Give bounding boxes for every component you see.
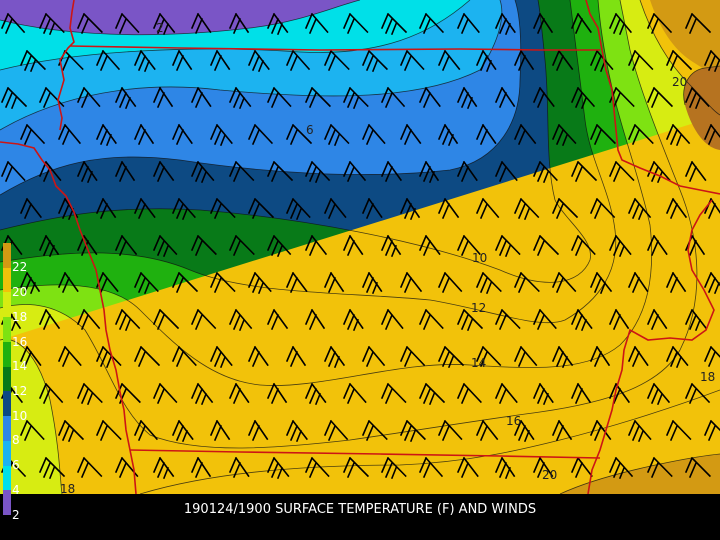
colorbar-swatch <box>3 267 11 293</box>
colorbar-swatch <box>3 243 11 268</box>
contour-label-2: 2 <box>156 21 164 35</box>
colorbar-label: 12 <box>12 384 28 398</box>
map-caption: 190124/1900 SURFACE TEMPERATURE (F) AND … <box>183 502 537 517</box>
colorbar-label: 14 <box>12 359 28 374</box>
colorbar-swatch <box>3 465 11 491</box>
colorbar-label: 18 <box>12 309 28 324</box>
colorbar-swatch <box>3 292 11 318</box>
contour-label-20-bottom: 20 <box>542 468 557 482</box>
colorbar-label: 22 <box>12 260 28 275</box>
colorbar-swatch <box>3 440 11 466</box>
temperature-map: 2 6 10 12 14 16 18 18 20 20 <box>0 0 720 494</box>
colorbar-swatch <box>3 317 11 342</box>
colorbar-swatch <box>3 416 11 441</box>
contour-label-14: 14 <box>471 356 486 370</box>
colorbar-label: 10 <box>12 408 28 423</box>
colorbar-swatch <box>3 341 11 367</box>
contour-label-12: 12 <box>471 301 486 315</box>
colorbar-label: 4 <box>12 482 20 497</box>
colorbar-swatch <box>3 366 11 392</box>
temperature-colorbar: 22 20 18 16 14 12 10 8 6 4 2 <box>3 243 31 521</box>
contour-label-6: 6 <box>306 123 314 137</box>
colorbar-label: 6 <box>12 458 20 473</box>
colorbar-label: 8 <box>12 433 20 448</box>
colorbar-label: 20 <box>12 285 28 300</box>
contour-label-18-right: 18 <box>700 370 715 384</box>
contour-label-16: 16 <box>506 414 521 428</box>
contour-label-20-top: 20 <box>672 75 687 89</box>
colorbar-swatch <box>3 391 11 417</box>
contour-label-10: 10 <box>472 251 487 265</box>
contour-label-18-left: 18 <box>60 482 75 494</box>
colorbar-label: 16 <box>12 334 28 349</box>
map-canvas: 2 6 10 12 14 16 18 18 20 20 <box>0 0 720 494</box>
